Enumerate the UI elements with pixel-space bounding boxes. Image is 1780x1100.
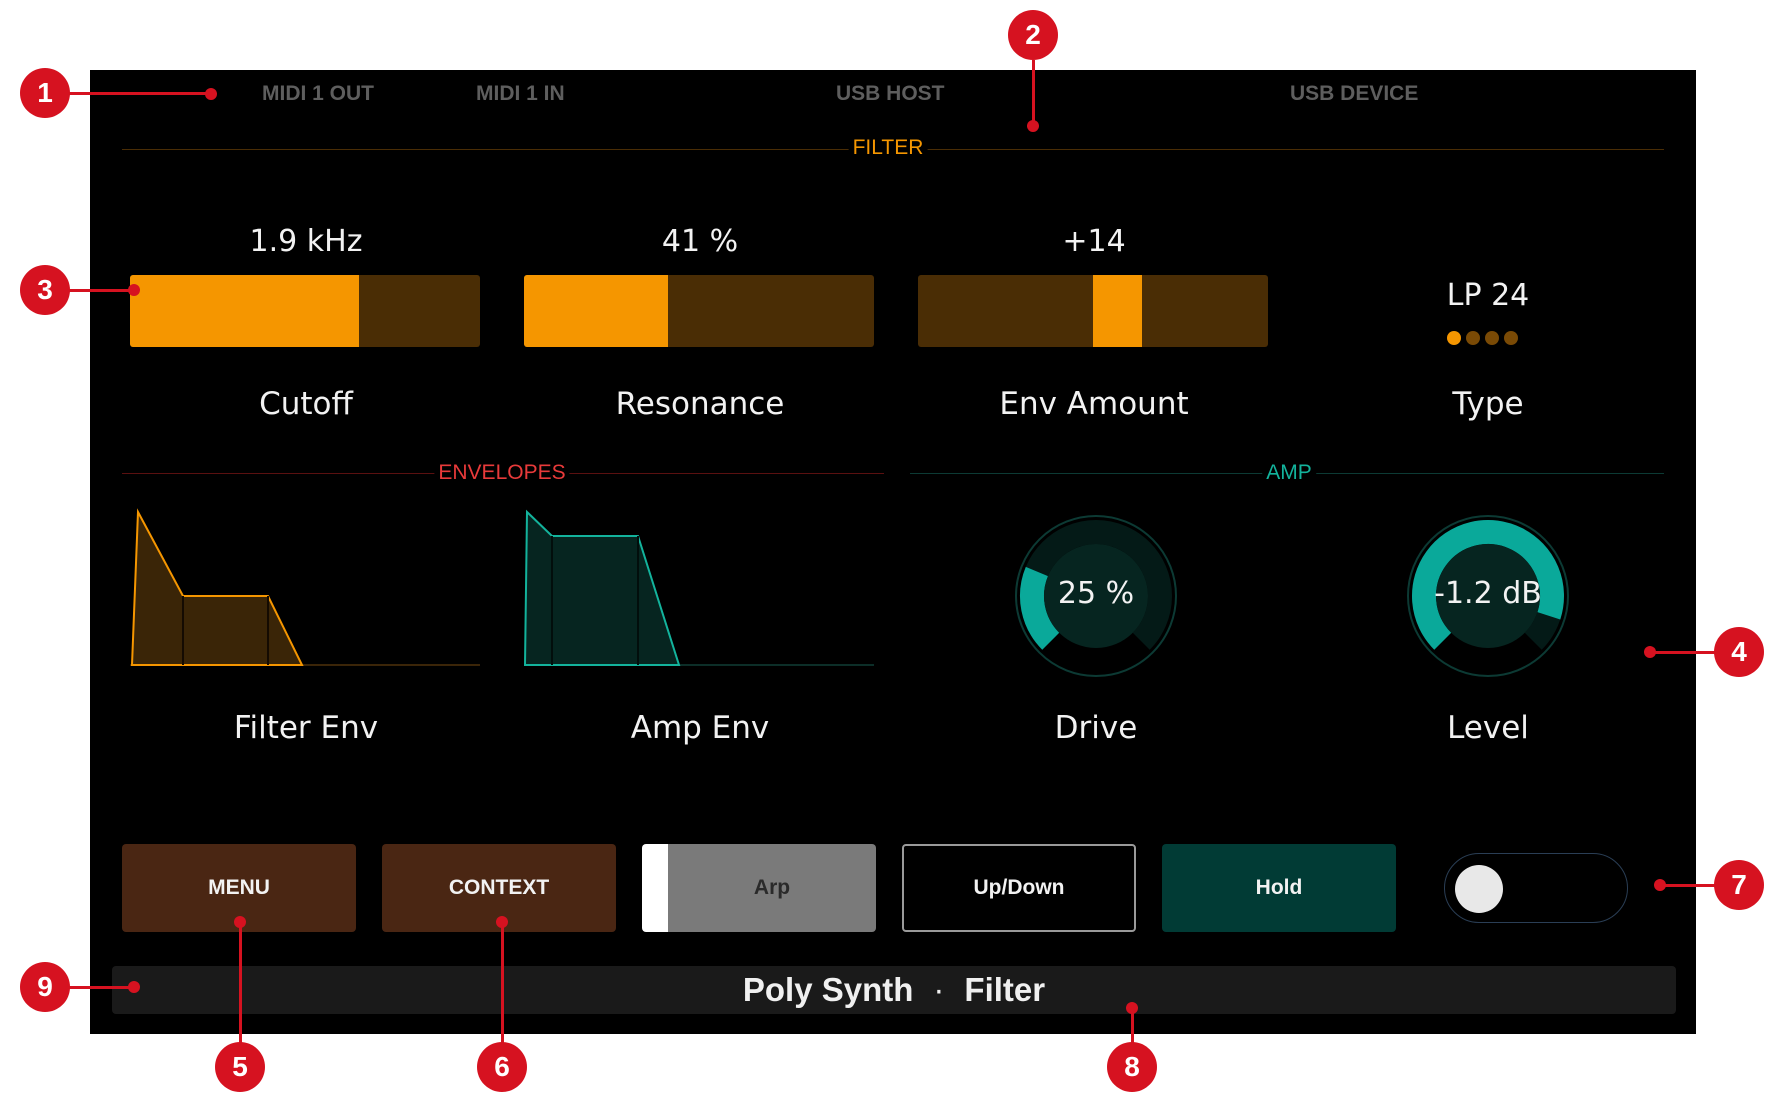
amp-env-graph[interactable]: [524, 506, 874, 668]
resonance-value: 41 %: [661, 224, 739, 259]
callout-4-marker: 4: [1714, 627, 1764, 677]
callout-9-anchor: [128, 981, 140, 993]
callout-6-anchor: [496, 916, 508, 928]
callout-3-leader: [68, 289, 134, 292]
arp-button[interactable]: Arp: [642, 844, 876, 932]
resonance-bar[interactable]: [524, 275, 874, 347]
callout-6-leader: [501, 922, 504, 1062]
drive-label: Drive: [1054, 710, 1138, 746]
level-label: Level: [1447, 710, 1529, 746]
arp-button-label: Arp: [753, 876, 791, 899]
callout-7-marker: 7: [1714, 860, 1764, 910]
callout-6-marker: 6: [477, 1042, 527, 1092]
cutoff-bar[interactable]: [130, 275, 480, 347]
callout-3-anchor: [128, 284, 140, 296]
status-preset-name: Poly Synth: [742, 971, 914, 1008]
filter-type-dot: [1485, 331, 1499, 345]
updown-button[interactable]: Up/Down: [902, 844, 1136, 932]
status-bar: Poly Synth · Filter: [112, 966, 1676, 1014]
cutoff-value: 1.9 kHz: [249, 224, 363, 259]
filter-type-dot: [1466, 331, 1480, 345]
callout-1-anchor: [205, 88, 217, 100]
env-amount-label: Env Amount: [999, 386, 1189, 422]
env-amount-value: +14: [1062, 224, 1126, 259]
filter-type-dot: [1447, 331, 1461, 345]
level-value: -1.2 dB: [1434, 576, 1542, 611]
filter-env-label: Filter Env: [233, 710, 379, 746]
callout-2-marker: 2: [1008, 10, 1058, 60]
callout-9-marker: 9: [20, 962, 70, 1012]
amp-env-label: Amp Env: [630, 710, 770, 746]
status-page-name: Filter: [964, 971, 1046, 1008]
toggle-switch-handle: [1455, 865, 1503, 913]
filter-type-indicator[interactable]: [1447, 331, 1518, 345]
filter-type-value: LP 24: [1446, 278, 1530, 313]
amp-section-title: AMP: [1262, 461, 1316, 485]
port-midi-1-out: MIDI 1 OUT: [262, 82, 375, 105]
callout-8-anchor: [1126, 1002, 1138, 1014]
callout-9-leader: [68, 986, 134, 989]
callout-4-anchor: [1644, 646, 1656, 658]
callout-5-anchor: [234, 916, 246, 928]
port-midi-1-in: MIDI 1 IN: [476, 82, 565, 105]
hold-button[interactable]: Hold: [1162, 844, 1396, 932]
callout-8-marker: 8: [1107, 1042, 1157, 1092]
env-amount-bar[interactable]: [918, 275, 1268, 347]
callout-3-marker: 3: [20, 265, 70, 315]
env-amount-bar-fill: [1093, 275, 1142, 347]
callout-1-marker: 1: [20, 68, 70, 118]
callout-2-anchor: [1027, 120, 1039, 132]
filter-env-graph[interactable]: [130, 506, 480, 668]
envelopes-section-title: ENVELOPES: [434, 461, 570, 485]
device-screen: MIDI 1 OUT MIDI 1 IN USB HOST USB DEVICE…: [90, 70, 1696, 1034]
filter-section-title: FILTER: [848, 136, 928, 160]
port-usb-device: USB DEVICE: [1290, 82, 1419, 105]
toggle-switch[interactable]: [1444, 853, 1628, 923]
callout-7-anchor: [1654, 879, 1666, 891]
callout-1-leader: [68, 92, 210, 95]
filter-type-dot: [1504, 331, 1518, 345]
status-separator: ·: [933, 971, 945, 1008]
callout-5-leader: [239, 922, 242, 1062]
resonance-label: Resonance: [615, 386, 785, 422]
resonance-bar-fill: [524, 275, 668, 347]
filter-type-label: Type: [1452, 386, 1524, 422]
callout-2-leader: [1032, 60, 1035, 124]
port-usb-host: USB HOST: [836, 82, 945, 105]
cutoff-label: Cutoff: [259, 386, 353, 422]
cutoff-bar-fill: [130, 275, 360, 347]
drive-value: 25 %: [1057, 576, 1135, 611]
callout-5-marker: 5: [215, 1042, 265, 1092]
